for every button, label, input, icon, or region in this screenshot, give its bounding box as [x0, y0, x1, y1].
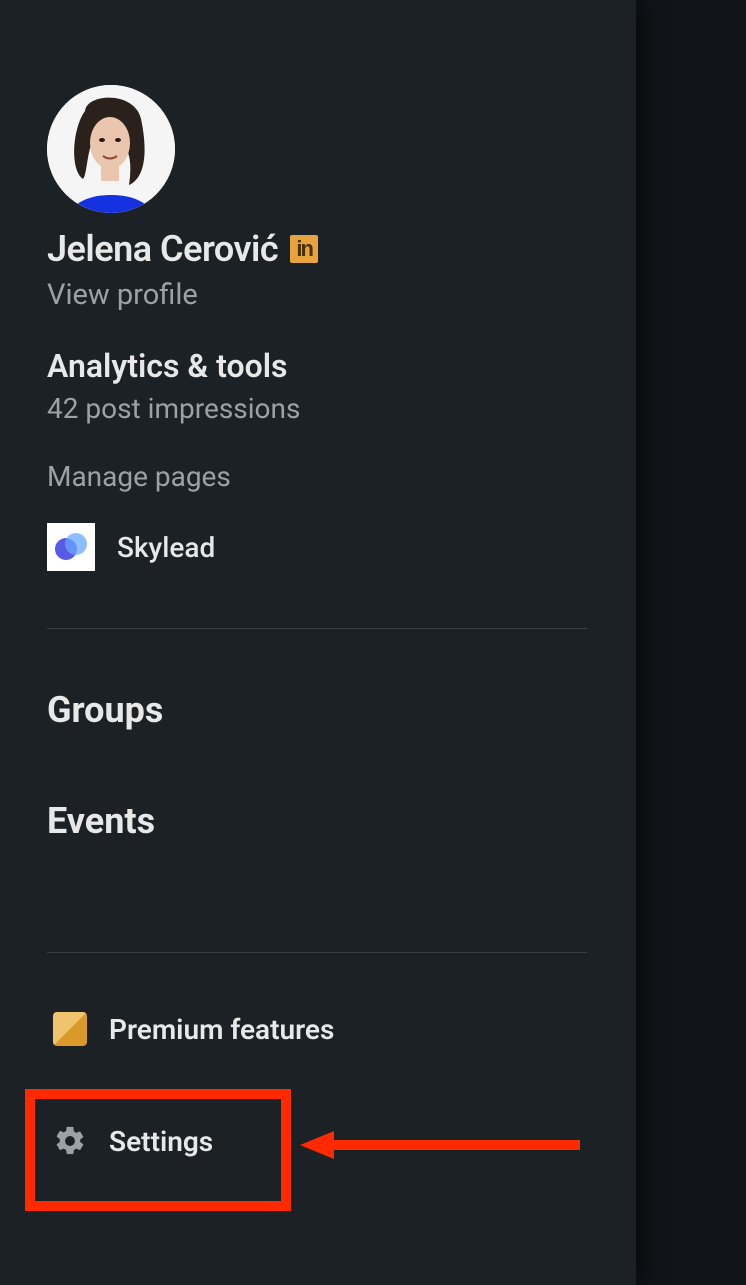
- nav-groups[interactable]: Groups: [47, 689, 163, 731]
- gear-icon: [53, 1124, 87, 1158]
- page-logo-icon: [47, 523, 95, 571]
- post-impressions[interactable]: 42 post impressions: [47, 392, 300, 425]
- divider: [47, 628, 587, 629]
- managed-page-item[interactable]: Skylead: [47, 523, 215, 571]
- background-feed: Sa Writing 7 Ways 7 C T E Re Home: [636, 0, 746, 1285]
- premium-in-badge-icon: in: [290, 235, 318, 263]
- premium-features-item[interactable]: Premium features: [53, 1012, 334, 1046]
- page-name: Skylead: [117, 531, 215, 564]
- manage-pages-label: Manage pages: [47, 460, 231, 493]
- user-avatar[interactable]: [47, 85, 175, 213]
- view-profile-link[interactable]: View profile: [47, 278, 198, 312]
- premium-badge-icon: [53, 1012, 87, 1046]
- user-name: Jelena Cerović: [47, 228, 278, 270]
- user-name-row[interactable]: Jelena Cerović in: [47, 228, 318, 270]
- nav-events[interactable]: Events: [47, 800, 155, 842]
- settings-label: Settings: [109, 1125, 213, 1158]
- sidebar-drawer: Jelena Cerović in View profile Analytics…: [0, 0, 636, 1285]
- divider: [47, 952, 587, 953]
- settings-item[interactable]: Settings: [53, 1124, 213, 1158]
- analytics-title[interactable]: Analytics & tools: [47, 347, 287, 385]
- premium-label: Premium features: [109, 1013, 334, 1046]
